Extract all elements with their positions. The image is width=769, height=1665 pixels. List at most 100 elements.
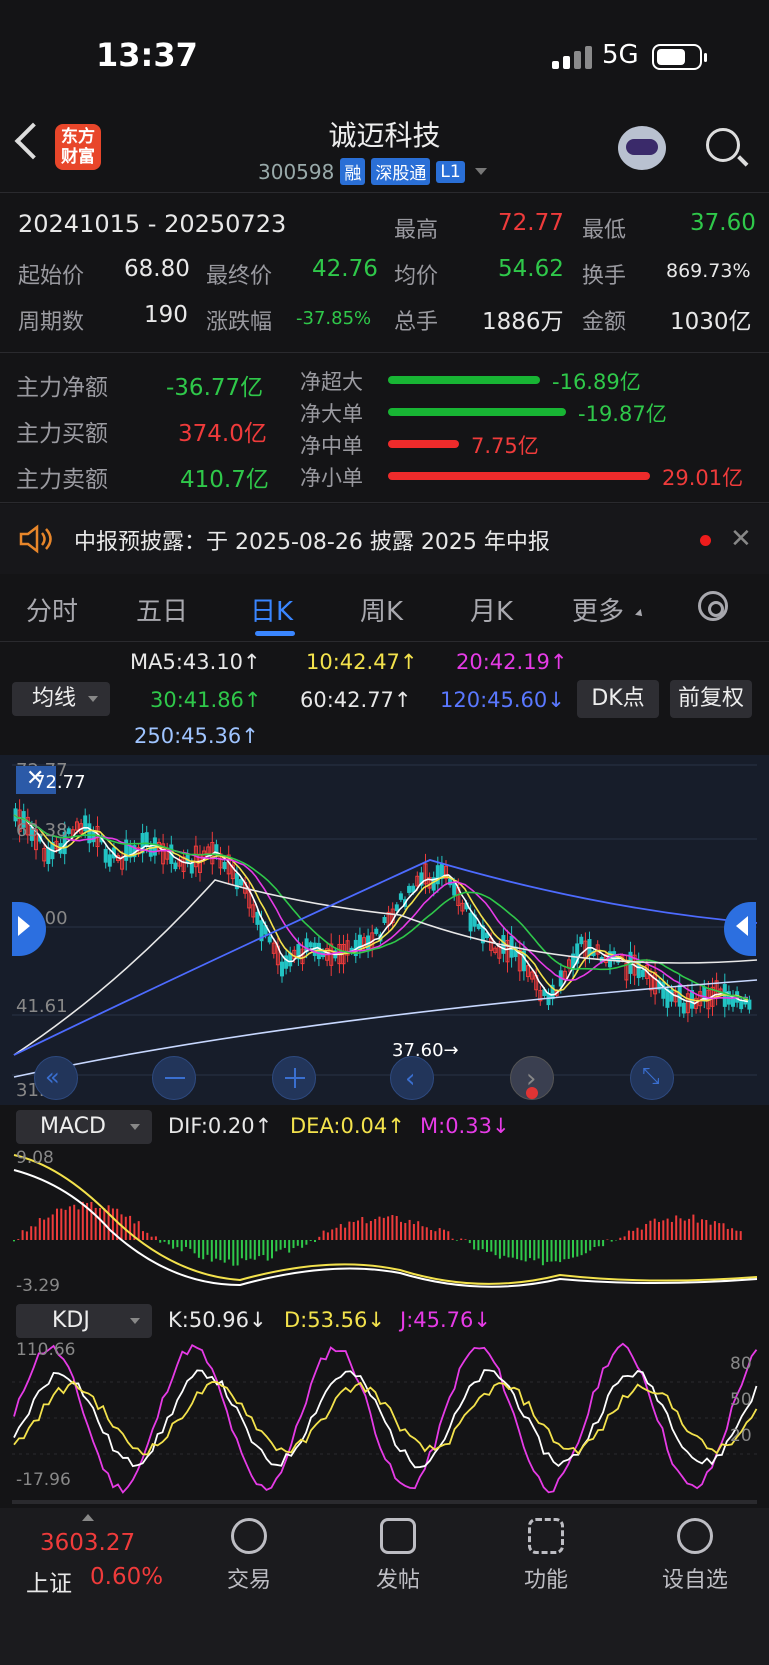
- expand-up-icon[interactable]: [82, 1514, 94, 1521]
- main-net-value: -36.77亿: [166, 375, 264, 401]
- final-label: 最终价: [206, 264, 273, 289]
- kdj-chart[interactable]: [0, 1340, 769, 1500]
- tab-more[interactable]: 更多: [572, 591, 624, 628]
- kline-chart[interactable]: [0, 755, 769, 1105]
- start-value: 68.80: [124, 256, 190, 282]
- post-button[interactable]: 发帖: [353, 1518, 443, 1594]
- ma-select[interactable]: 均线: [12, 682, 110, 716]
- turnover-label: 换手: [582, 264, 627, 289]
- network-type: 5G: [602, 40, 639, 70]
- fullscreen-button[interactable]: ⤡: [630, 1056, 674, 1100]
- low-value: 37.60: [690, 210, 756, 236]
- post-label: 发帖: [375, 1568, 420, 1593]
- grid-icon: [528, 1518, 564, 1554]
- unread-dot: [700, 535, 711, 546]
- signal-icon: [552, 46, 592, 69]
- count-label: 周期数: [18, 310, 85, 335]
- ma5: MA5:43.10↑: [130, 650, 261, 674]
- scroll-track[interactable]: [12, 1500, 757, 1504]
- flow-bar: [388, 440, 459, 448]
- tag-margin[interactable]: 融: [340, 158, 366, 185]
- ma10: 10:42.47↑: [306, 650, 418, 674]
- change-label: 涨跌幅: [206, 310, 273, 335]
- index-value[interactable]: 3603.27: [40, 1530, 135, 1556]
- notice-text: 中报预披露：于 2025-08-26 披露 2025 年中报: [74, 530, 550, 555]
- index-change[interactable]: 0.60%: [90, 1564, 163, 1590]
- tab-daily-k[interactable]: 日K: [250, 591, 293, 628]
- rewind-button[interactable]: «: [34, 1056, 78, 1100]
- scroll-left-button[interactable]: ‹: [390, 1056, 434, 1100]
- notice-banner[interactable]: 中报预披露：于 2025-08-26 披露 2025 年中报 ✕: [0, 504, 769, 574]
- tag-connect[interactable]: 深股通: [371, 158, 431, 185]
- avg-value: 54.62: [498, 256, 564, 282]
- count-value: 190: [144, 302, 188, 328]
- main-net-label: 主力净额: [16, 375, 108, 401]
- settings-icon[interactable]: [698, 591, 728, 621]
- flow-label: 净超大: [300, 370, 363, 394]
- amount-value: 1030亿: [670, 309, 752, 335]
- flow-value: 7.75亿: [471, 434, 539, 458]
- main-buy-label: 主力买额: [16, 421, 108, 447]
- kdj-level-20: 20: [730, 1426, 752, 1446]
- volume-value: 1886万: [482, 309, 564, 335]
- speaker-icon: [19, 524, 52, 554]
- kline-canvas: [12, 764, 758, 1078]
- amount-label: 金额: [582, 310, 627, 335]
- close-icon[interactable]: ✕: [730, 524, 752, 554]
- kdj-y-bottom: -17.96: [16, 1470, 71, 1490]
- ma30: 30:41.86↑: [150, 688, 262, 712]
- function-button[interactable]: 功能: [501, 1518, 591, 1594]
- chart-tabs: 分时 五日 日K 周K 月K 更多: [0, 575, 769, 641]
- macd-y-top: 9.08: [16, 1148, 54, 1168]
- ma60: 60:42.77↑: [300, 688, 412, 712]
- clock: 13:37: [96, 36, 198, 74]
- flow-bar: [388, 408, 566, 416]
- zoom-out-button[interactable]: [152, 1056, 196, 1100]
- trade-label: 交易: [226, 1568, 271, 1593]
- kline-y4: 41.61: [16, 996, 68, 1017]
- kdj-level-80: 80: [730, 1354, 752, 1374]
- position-dot: [526, 1087, 538, 1099]
- high-value: 72.77: [498, 210, 564, 236]
- stock-subtitle: 300598 融 深股通 L1: [258, 158, 487, 185]
- main-sell-value: 410.7亿: [180, 467, 269, 493]
- tag-level[interactable]: L1: [436, 160, 465, 183]
- volume-label: 总手: [394, 310, 439, 335]
- watchlist-label: 设自选: [661, 1568, 728, 1593]
- zoom-in-button[interactable]: [272, 1056, 316, 1100]
- more-dots-icon: [677, 1518, 713, 1554]
- dk-point-button[interactable]: DK点: [577, 680, 659, 718]
- kdj-y-top: 110.66: [16, 1340, 76, 1360]
- date-range: 20241015 - 20250723: [18, 210, 287, 238]
- macd-select[interactable]: MACD: [16, 1110, 152, 1144]
- final-value: 42.76: [312, 256, 378, 282]
- trade-button[interactable]: 交易: [204, 1518, 294, 1594]
- ma120: 120:45.60↓: [440, 688, 565, 712]
- edit-icon: [380, 1518, 416, 1554]
- macd-chart[interactable]: [0, 1145, 769, 1300]
- start-label: 起始价: [18, 264, 85, 289]
- yuan-icon: [231, 1518, 267, 1554]
- search-icon[interactable]: [706, 128, 740, 162]
- index-name[interactable]: 上证: [26, 1564, 72, 1598]
- chevron-down-icon[interactable]: [474, 168, 487, 175]
- tab-intraday[interactable]: 分时: [26, 591, 78, 628]
- adjust-price-button[interactable]: 前复权: [670, 680, 752, 718]
- kdj-d: D:53.56↓: [284, 1308, 385, 1332]
- macd-dea: DEA:0.04↑: [290, 1114, 405, 1138]
- flow-bar: [388, 472, 650, 480]
- flow-value: 29.01亿: [662, 466, 744, 490]
- flow-label: 净小单: [300, 466, 363, 490]
- macd-m: M:0.33↓: [420, 1114, 510, 1138]
- low-label: 最低: [582, 218, 627, 243]
- active-tab-indicator: [255, 631, 295, 636]
- flow-bar: [388, 376, 540, 384]
- macd-y-bottom: -3.29: [16, 1276, 60, 1296]
- kdj-select[interactable]: KDJ: [16, 1304, 152, 1338]
- tab-five-day[interactable]: 五日: [136, 591, 188, 628]
- robot-assistant-icon[interactable]: [618, 126, 666, 170]
- add-watchlist-button[interactable]: 设自选: [650, 1518, 740, 1594]
- kdj-level-50: 50: [730, 1390, 752, 1410]
- tab-weekly-k[interactable]: 周K: [360, 591, 403, 628]
- tab-monthly-k[interactable]: 月K: [470, 591, 513, 628]
